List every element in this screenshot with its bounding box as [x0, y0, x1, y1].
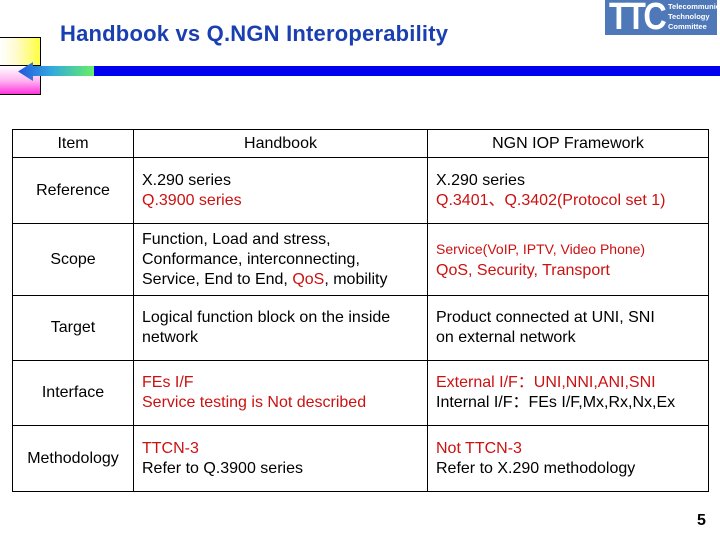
table-header-row: Item Handbook NGN IOP Framework — [12, 129, 709, 158]
table-row: Scope Function, Load and stress, Conform… — [12, 223, 709, 296]
cell-line-highlight: Service(VoIP, IPTV, Video Phone) — [436, 240, 646, 257]
header-item: Item — [12, 129, 134, 158]
title-underline-bar — [92, 66, 720, 76]
cell-line-highlight: Q.3900 series — [142, 191, 242, 209]
handbook-cell: Function, Load and stress, Conformance, … — [133, 223, 428, 296]
logo-line: Telecommunication — [668, 2, 720, 11]
header-framework: NGN IOP Framework — [427, 129, 709, 158]
cell-line-highlight: Not TTCN-3 — [436, 439, 522, 457]
cell-line: network — [142, 329, 199, 346]
handbook-cell: Logical function block on the inside net… — [133, 295, 428, 361]
cell-line-highlight: TTCN-3 — [142, 439, 199, 457]
cell-line-highlight: External I/F：UNI,NNI,ANI,SNI — [436, 374, 656, 391]
row-label: Scope — [12, 223, 134, 296]
cell-line: Function, Load and stress, — [142, 230, 331, 248]
cell-line-highlight: Service testing is Not described — [142, 394, 367, 411]
row-label: Interface — [12, 360, 134, 426]
table-row: Methodology TTCN-3 Refer to Q.3900 serie… — [12, 425, 709, 492]
handbook-cell: TTCN-3 Refer to Q.3900 series — [133, 425, 428, 492]
logo-mark: TTC — [609, 0, 667, 38]
cell-line: Refer to Q.3900 series — [142, 459, 303, 477]
text-segment: , mobility — [324, 270, 388, 288]
table-row: Target Logical function block on the ins… — [12, 295, 709, 361]
logo-text: Telecommunication Technology Committee — [668, 2, 720, 32]
logo-line: Committee — [668, 22, 707, 31]
logo-line: Technology — [668, 12, 710, 21]
cell-line-highlight: FEs I/F — [142, 374, 194, 391]
text-segment-highlight: QoS — [292, 270, 325, 288]
framework-cell: X.290 series Q.3401、Q.3402(Protocol set … — [427, 157, 709, 224]
table-row: Reference X.290 series Q.3900 series X.2… — [12, 157, 709, 224]
row-label: Reference — [12, 157, 134, 224]
slide-title: Handbook vs Q.NGN Interoperability — [60, 21, 449, 46]
cell-line: Conformance, interconnecting, — [142, 250, 360, 268]
cell-line: X.290 series — [142, 171, 231, 189]
cell-line: Service, End to End, QoS, mobility — [142, 270, 419, 290]
handbook-cell: X.290 series Q.3900 series — [133, 157, 428, 224]
row-label: Methodology — [12, 425, 134, 492]
cell-line: X.290 series — [436, 171, 525, 189]
cell-line: Internal I/F：FEs I/F,Mx,Rx,Nx,Ex — [436, 394, 676, 411]
cell-line: on external network — [436, 329, 576, 346]
framework-cell: Service(VoIP, IPTV, Video Phone) QoS, Se… — [427, 223, 709, 296]
cell-line-highlight: Q.3401、Q.3402(Protocol set 1) — [436, 191, 666, 209]
framework-cell: External I/F：UNI,NNI,ANI,SNI Internal I/… — [427, 360, 709, 426]
arrow-left-icon — [18, 62, 94, 81]
handbook-cell: FEs I/F Service testing is Not described — [133, 360, 428, 426]
cell-line: Logical function block on the inside — [142, 309, 391, 326]
cell-line: Refer to X.290 methodology — [436, 459, 636, 477]
cell-line-highlight: QoS, Security, Transport — [436, 261, 610, 279]
text-segment: Service, End to End, — [142, 270, 293, 288]
framework-cell: Not TTCN-3 Refer to X.290 methodology — [427, 425, 709, 492]
comparison-table: Item Handbook NGN IOP Framework Referenc… — [12, 129, 709, 492]
framework-cell: Product connected at UNI, SNI on externa… — [427, 295, 709, 361]
page-number: 5 — [697, 512, 706, 529]
ttc-logo: TTC Telecommunication Technology Committ… — [605, 0, 720, 38]
header-handbook: Handbook — [133, 129, 428, 158]
cell-line: Product connected at UNI, SNI — [436, 309, 655, 326]
table-row: Interface FEs I/F Service testing is Not… — [12, 360, 709, 426]
row-label: Target — [12, 295, 134, 361]
